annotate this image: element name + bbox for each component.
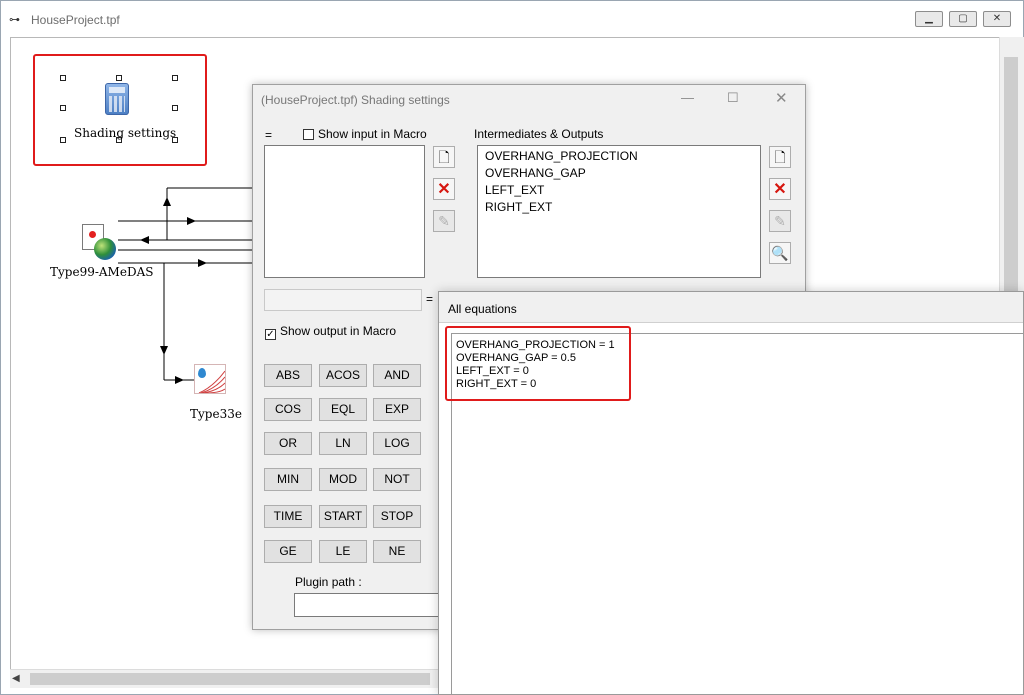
component-label-type33: Type33e [190, 407, 242, 421]
delete-icon: ✕ [437, 181, 451, 198]
fn-button-start[interactable]: START [319, 505, 367, 528]
edit-icon: ✎ [438, 213, 450, 229]
show-input-checkbox[interactable]: Show input in Macro [303, 127, 427, 141]
fn-button-or[interactable]: OR [264, 432, 312, 455]
dialog-minimize-icon[interactable]: — [681, 90, 694, 105]
minimize-icon: ▁ [925, 13, 933, 24]
magnifier-icon: 🔍 [771, 245, 789, 261]
new-output-button[interactable]: 🗋 [769, 146, 791, 168]
inputs-list[interactable] [264, 145, 425, 278]
fn-button-mod[interactable]: MOD [319, 468, 367, 491]
close-icon: ✕ [992, 13, 1002, 24]
resize-handle[interactable] [172, 105, 178, 111]
list-item[interactable]: OVERHANG_PROJECTION [478, 148, 760, 165]
edit-icon: ✎ [774, 213, 786, 229]
component-label-shading: Shading settings [74, 126, 177, 140]
fn-button-ne[interactable]: NE [373, 540, 421, 563]
formula-field[interactable] [264, 289, 422, 311]
resize-handle[interactable] [60, 75, 66, 81]
close-button[interactable]: ✕ [983, 11, 1011, 27]
resize-handle[interactable] [60, 137, 66, 143]
dialog-maximize-icon[interactable]: ☐ [727, 90, 739, 106]
globe-icon[interactable] [94, 238, 116, 260]
list-item[interactable]: OVERHANG_GAP [478, 165, 760, 182]
new-document-icon: 🗋 [774, 149, 786, 165]
dialog-title: (HouseProject.tpf) Shading settings [261, 93, 450, 107]
delete-output-button[interactable]: ✕ [769, 178, 791, 200]
plugin-path-input[interactable] [294, 593, 444, 617]
fn-button-not[interactable]: NOT [373, 468, 421, 491]
equations-highlight [445, 326, 631, 401]
resize-handle[interactable] [172, 75, 178, 81]
show-output-label: Show output in Macro [280, 324, 397, 338]
edit-input-button[interactable]: ✎ [433, 210, 455, 232]
main-titlebar: ⊶ HouseProject.tpf ▁ ▢ ✕ [1, 1, 1023, 37]
show-output-checkbox[interactable]: ✓ Show output in Macro [265, 324, 396, 340]
inputs-header: = [265, 128, 273, 142]
delete-icon: ✕ [773, 181, 787, 198]
fn-button-le[interactable]: LE [319, 540, 367, 563]
plugin-path-label: Plugin path : [295, 575, 362, 589]
show-input-label: Show input in Macro [318, 127, 427, 141]
window-title: HouseProject.tpf [31, 13, 120, 27]
fn-button-min[interactable]: MIN [264, 468, 312, 491]
new-document-icon: 🗋 [438, 149, 450, 165]
fn-button-time[interactable]: TIME [264, 505, 312, 528]
fn-button-exp[interactable]: EXP [373, 398, 421, 421]
resize-handle[interactable] [60, 105, 66, 111]
new-input-button[interactable]: 🗋 [433, 146, 455, 168]
maximize-icon: ▢ [958, 13, 968, 24]
equations-header: All equations [439, 292, 1023, 323]
fn-button-abs[interactable]: ABS [264, 364, 312, 387]
maximize-button[interactable]: ▢ [949, 11, 977, 27]
dialog-close-icon[interactable]: ✕ [775, 89, 788, 107]
fn-button-acos[interactable]: ACOS [319, 364, 367, 387]
list-item[interactable]: RIGHT_EXT [478, 199, 760, 216]
formula-equals: = [426, 292, 434, 306]
equations-title: All equations [448, 302, 517, 316]
search-output-button[interactable]: 🔍 [769, 242, 791, 264]
fn-button-stop[interactable]: STOP [373, 505, 421, 528]
scroll-left-icon[interactable]: ◀ [12, 670, 20, 688]
checkbox-box[interactable] [303, 129, 314, 140]
fn-button-ge[interactable]: GE [264, 540, 312, 563]
fn-button-eql[interactable]: EQL [319, 398, 367, 421]
fn-button-log[interactable]: LOG [373, 432, 421, 455]
psychrometrics-icon[interactable] [194, 364, 226, 394]
outputs-header: Intermediates & Outputs [474, 127, 604, 141]
edit-output-button[interactable]: ✎ [769, 210, 791, 232]
fn-button-cos[interactable]: COS [264, 398, 312, 421]
fn-button-and[interactable]: AND [373, 364, 421, 387]
list-item[interactable]: LEFT_EXT [478, 182, 760, 199]
fn-button-ln[interactable]: LN [319, 432, 367, 455]
vertical-scroll-thumb[interactable] [1004, 57, 1018, 297]
checkbox-box[interactable]: ✓ [265, 329, 276, 340]
resize-handle[interactable] [116, 75, 122, 81]
outputs-list[interactable]: OVERHANG_PROJECTION OVERHANG_GAP LEFT_EX… [477, 145, 761, 278]
horizontal-scroll-thumb[interactable] [30, 673, 430, 685]
app-icon: ⊶ [9, 13, 20, 26]
minimize-button[interactable]: ▁ [915, 11, 943, 27]
calculator-icon[interactable] [105, 83, 129, 115]
delete-input-button[interactable]: ✕ [433, 178, 455, 200]
component-label-type99: Type99-AMeDAS [50, 265, 154, 279]
